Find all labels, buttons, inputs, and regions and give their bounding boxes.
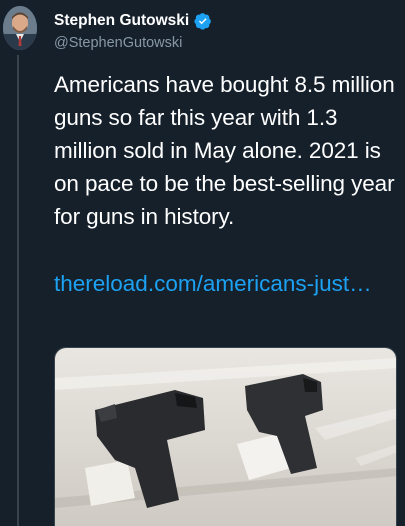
avatar[interactable] [3, 6, 37, 50]
tweet[interactable]: Stephen Gutowski @StephenGutowski Americ… [0, 0, 405, 526]
tweet-media-photo[interactable] [54, 347, 397, 526]
verified-badge-icon [194, 13, 212, 30]
display-name[interactable]: Stephen Gutowski [54, 12, 189, 30]
tweet-text: Americans have bought 8.5 million guns s… [54, 72, 395, 229]
handle[interactable]: @StephenGutowski [54, 35, 212, 51]
thread-line [17, 55, 19, 526]
tweet-link[interactable]: thereload.com/americans-just… [54, 267, 399, 300]
tweet-header: Stephen Gutowski @StephenGutowski [54, 10, 212, 51]
